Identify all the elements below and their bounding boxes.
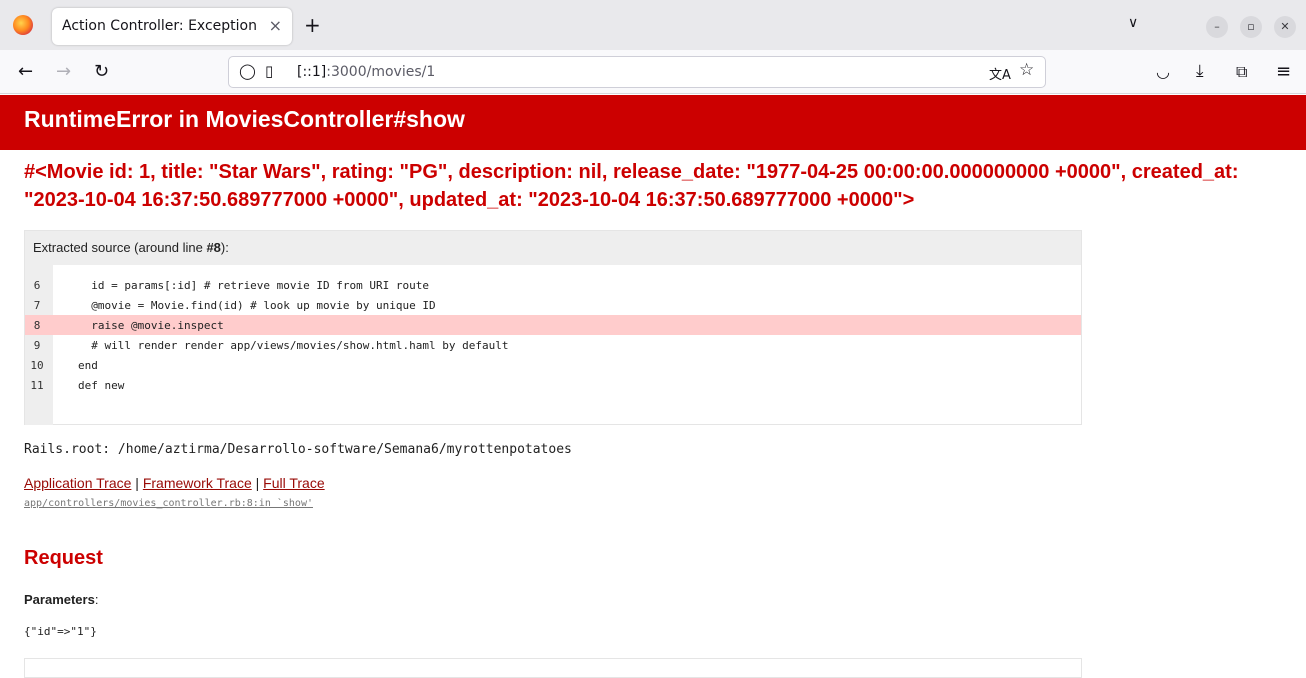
source-header: Extracted source (around line #8):: [25, 231, 1081, 265]
minimize-button[interactable]: –: [1206, 16, 1228, 38]
navigation-toolbar: ← → ↻ ◯ ▯ [::1]:3000/movies/1 文A ☆ ◡ ⤓ ⧉…: [0, 50, 1306, 94]
code-line: 7 @movie = Movie.find(id) # look up movi…: [25, 295, 1081, 315]
back-arrow-icon[interactable]: ←: [18, 61, 33, 82]
url-path: :3000/movies/1: [326, 64, 436, 80]
error-message: #<Movie id: 1, title: "Star Wars", ratin…: [24, 161, 1239, 211]
code-text: @movie = Movie.find(id) # look up movie …: [78, 299, 436, 312]
line-number: 6: [33, 279, 41, 292]
code-text: end: [78, 359, 98, 372]
download-icon[interactable]: ⤓: [1196, 61, 1204, 81]
extensions-icon[interactable]: ⧉: [1236, 62, 1247, 82]
line-number: 10: [30, 359, 44, 372]
line-number: 9: [33, 339, 41, 352]
bookmark-star-icon[interactable]: ☆: [1019, 60, 1034, 80]
url-text[interactable]: [::1]:3000/movies/1: [297, 64, 435, 80]
page-info-icon[interactable]: ▯: [265, 62, 273, 80]
translate-icon[interactable]: 文A: [989, 64, 1011, 83]
source-label-suffix: ):: [220, 240, 229, 255]
forward-arrow-icon[interactable]: →: [56, 61, 71, 82]
parameters-colon: :: [94, 592, 99, 607]
parameters-label: Parameters:: [24, 592, 98, 607]
url-host: [::1]: [297, 64, 327, 80]
line-number: 8: [33, 319, 41, 332]
parameters-label-text: Parameters: [24, 592, 95, 607]
firefox-logo-icon[interactable]: [13, 15, 33, 35]
code-text: id = params[:id] # retrieve movie ID fro…: [78, 279, 429, 292]
source-label-prefix: Extracted source (around line: [33, 240, 207, 255]
source-label-line: #8: [206, 240, 221, 255]
extracted-source-box: Extracted source (around line #8): 6 id …: [24, 230, 1082, 425]
new-tab-button[interactable]: +: [304, 13, 321, 37]
source-code: 6 id = params[:id] # retrieve movie ID f…: [25, 265, 1081, 425]
trace-separator: |: [131, 475, 143, 491]
code-text: # will render render app/views/movies/sh…: [78, 339, 509, 352]
page-content: RuntimeError in MoviesController#show #<…: [0, 95, 1306, 678]
code-text: raise @movie.inspect: [78, 319, 224, 332]
parameters-value: {"id"=>"1"}: [24, 625, 97, 638]
restore-button[interactable]: ▫: [1240, 16, 1262, 38]
list-all-tabs-icon[interactable]: ∨: [1128, 15, 1138, 31]
code-line: 10 end: [25, 355, 1081, 375]
session-dump-box: [24, 658, 1082, 678]
tab-title: Action Controller: Exception: [62, 18, 257, 34]
code-line: 11 def new: [25, 375, 1081, 395]
application-trace-link[interactable]: Application Trace: [24, 475, 131, 491]
code-text: def new: [78, 379, 125, 392]
url-bar[interactable]: ◯ ▯ [::1]:3000/movies/1 文A ☆: [228, 56, 1046, 88]
shield-icon[interactable]: ◯: [239, 62, 256, 80]
close-window-button[interactable]: ✕: [1274, 16, 1296, 38]
code-line-highlighted: 8 raise @movie.inspect: [25, 315, 1081, 335]
trace-links: Application Trace | Framework Trace | Fu…: [24, 475, 325, 491]
error-header: RuntimeError in MoviesController#show: [0, 95, 1306, 150]
menu-icon[interactable]: ≡: [1276, 61, 1291, 82]
framework-trace-link[interactable]: Framework Trace: [143, 475, 252, 491]
pocket-icon[interactable]: ◡: [1156, 62, 1170, 81]
trace-separator: |: [251, 475, 264, 491]
page-title: RuntimeError in MoviesController#show: [24, 106, 465, 132]
request-heading: Request: [24, 547, 103, 569]
code-line: 9 # will render render app/views/movies/…: [25, 335, 1081, 355]
code-line: 6 id = params[:id] # retrieve movie ID f…: [25, 275, 1081, 295]
tab-close-icon[interactable]: ×: [269, 16, 282, 35]
full-trace-link[interactable]: Full Trace: [263, 475, 324, 491]
trace-line-link[interactable]: app/controllers/movies_controller.rb:8:i…: [24, 498, 313, 509]
line-number: 11: [30, 379, 44, 392]
tab-bar: Action Controller: Exception × + ∨ – ▫ ✕: [0, 0, 1306, 50]
rails-root: Rails.root: /home/aztirma/Desarrollo-sof…: [24, 442, 572, 457]
tab-active[interactable]: Action Controller: Exception ×: [52, 8, 292, 45]
reload-icon[interactable]: ↻: [94, 61, 109, 82]
line-number: 7: [33, 299, 41, 312]
